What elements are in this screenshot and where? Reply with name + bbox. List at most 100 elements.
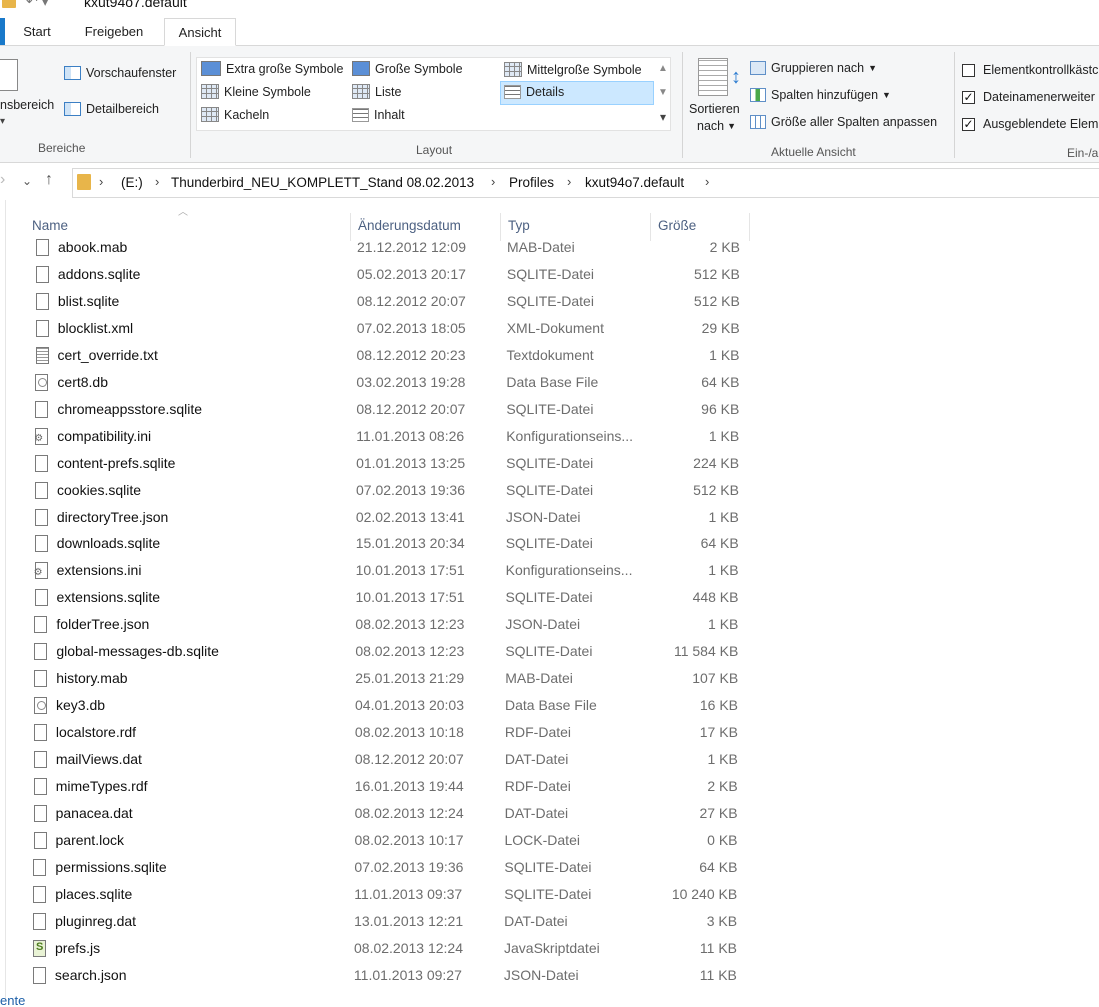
file-row[interactable]: chromeappsstore.sqlite 08.12.2012 20:07 SQ… bbox=[0, 397, 759, 423]
up-arrow-icon[interactable]: ↑ bbox=[45, 171, 53, 189]
folder-icon bbox=[2, 0, 16, 8]
breadcrumb-chevron-icon[interactable]: › bbox=[491, 174, 495, 189]
file-row[interactable]: places.sqlite 11.01.2013 09:37 SQLITE-Date… bbox=[0, 882, 757, 908]
file-row[interactable]: cert8.db 03.02.2013 19:28 Data Base File 64… bbox=[0, 370, 759, 396]
breadcrumb-chevron-icon[interactable]: › bbox=[99, 174, 103, 189]
navigation-pane-label: nsbereich bbox=[0, 98, 55, 112]
layout-content[interactable]: Inhalt bbox=[352, 108, 405, 122]
file-type: JSON-Datei bbox=[503, 967, 579, 983]
quick-access-toolbar[interactable]: ↶ ▾ bbox=[26, 0, 49, 10]
file-row[interactable]: mailViews.dat 08.12.2012 20:07 DAT-Datei 1 … bbox=[0, 747, 758, 773]
file-type: MAB-Datei bbox=[507, 239, 575, 255]
file-row[interactable]: extensions.sqlite 10.01.2013 17:51 SQLITE-… bbox=[0, 585, 759, 611]
layout-tiles[interactable]: Kacheln bbox=[201, 107, 269, 122]
sort-by-button[interactable]: Sortieren bbox=[689, 102, 740, 116]
layout-extra-large-icons[interactable]: Extra große Symbole bbox=[201, 61, 343, 76]
file-row[interactable]: history.mab 25.01.2013 21:29 MAB-Datei 107 … bbox=[0, 666, 758, 692]
navigation-pane-dropdown-icon[interactable]: ▾ bbox=[0, 116, 5, 127]
file-extensions-toggle[interactable]: ✓ Dateinamenerweiter bbox=[962, 90, 1095, 104]
file-row[interactable]: cookies.sqlite 07.02.2013 19:36 SQLITE-Dat… bbox=[0, 478, 759, 504]
file-row[interactable]: blist.sqlite 08.12.2012 20:07 SQLITE-Datei… bbox=[0, 289, 760, 315]
file-row[interactable]: addons.sqlite 05.02.2013 20:17 SQLITE-Date… bbox=[0, 262, 760, 288]
file-row[interactable]: search.json 11.01.2013 09:27 JSON-Datei 11 … bbox=[0, 963, 757, 989]
sort-arrow-icon: ↕ bbox=[731, 66, 741, 88]
scroll-down-icon[interactable]: ▼ bbox=[655, 81, 671, 105]
extra-large-icons-icon bbox=[201, 61, 221, 76]
tab-freigeben[interactable]: Freigeben bbox=[78, 18, 150, 46]
file-row[interactable]: content-prefs.sqlite 01.01.2013 13:25 SQLI… bbox=[0, 451, 759, 477]
file-row[interactable]: parent.lock 08.02.2013 10:17 LOCK-Datei 0 K… bbox=[0, 828, 758, 854]
breadcrumb-chevron-icon[interactable]: › bbox=[705, 174, 709, 189]
breadcrumb-drive[interactable]: (E:) bbox=[121, 175, 143, 190]
breadcrumb-chevron-icon[interactable]: › bbox=[567, 174, 571, 189]
checkbox-checked-icon[interactable]: ✓ bbox=[962, 117, 975, 131]
file-name: extensions.ini bbox=[56, 562, 142, 578]
file-icon bbox=[34, 589, 48, 606]
checkbox-checked-icon[interactable]: ✓ bbox=[962, 90, 975, 104]
file-row[interactable]: cert_override.txt 08.12.2012 20:23 Textdok… bbox=[0, 343, 760, 369]
add-columns-button[interactable]: Spalten hinzufügen ▼ bbox=[750, 88, 891, 102]
layout-gallery-scroll[interactable]: ▲ ▼ ▾ bbox=[655, 57, 671, 131]
group-by-button[interactable]: Gruppieren nach ▼ bbox=[750, 61, 877, 75]
sort-by-dropdown[interactable]: nach ▼ bbox=[697, 119, 736, 133]
breadcrumb-profile-folder[interactable]: kxut94o7.default bbox=[585, 175, 684, 190]
text-file-icon bbox=[35, 347, 49, 364]
file-date: 08.12.2012 20:07 bbox=[354, 751, 464, 767]
file-row[interactable]: downloads.sqlite 15.01.2013 20:34 SQLITE-D… bbox=[0, 531, 759, 557]
preview-pane-button[interactable]: Vorschaufenster bbox=[64, 66, 176, 80]
file-type: SQLITE-Datei bbox=[506, 401, 594, 417]
file-row[interactable]: localstore.rdf 08.02.2013 10:18 RDF-Datei 1… bbox=[0, 720, 758, 746]
file-row[interactable]: abook.mab 21.12.2012 12:09 MAB-Datei 2 KB bbox=[0, 235, 760, 261]
file-icon bbox=[33, 886, 47, 903]
dropdown-arrow-icon: ▼ bbox=[882, 90, 891, 100]
file-row[interactable]: directoryTree.json 02.02.2013 13:41 JSON-D… bbox=[0, 505, 759, 531]
breadcrumb-profiles[interactable]: Profiles bbox=[509, 175, 554, 190]
forward-arrow-icon[interactable]: › bbox=[0, 171, 5, 189]
layout-details[interactable]: Details bbox=[504, 85, 564, 99]
layout-item-label: Extra große Symbole bbox=[226, 61, 344, 76]
file-name: chromeappsstore.sqlite bbox=[57, 401, 203, 417]
file-size: 10 240 KB bbox=[671, 886, 738, 902]
add-columns-icon bbox=[750, 88, 766, 102]
file-row[interactable]: key3.db 04.01.2013 20:03 Data Base File 16 … bbox=[0, 693, 758, 719]
checkbox-unchecked-icon[interactable] bbox=[962, 63, 975, 77]
file-type: LOCK-Datei bbox=[504, 832, 580, 848]
breadcrumb-chevron-icon[interactable]: › bbox=[155, 174, 159, 189]
file-date: 16.01.2013 19:44 bbox=[354, 778, 464, 794]
sort-icon[interactable] bbox=[698, 58, 728, 96]
file-row[interactable]: mimeTypes.rdf 16.01.2013 19:44 RDF-Datei 2 … bbox=[0, 774, 758, 800]
file-name: blist.sqlite bbox=[57, 293, 120, 309]
file-row[interactable]: extensions.ini 10.01.2013 17:51 Konfigurat… bbox=[0, 558, 759, 584]
item-checkboxes-toggle[interactable]: Elementkontrollkästc bbox=[962, 63, 1098, 77]
file-tab[interactable] bbox=[0, 18, 5, 46]
file-row[interactable]: folderTree.json 08.02.2013 12:23 JSON-Date… bbox=[0, 612, 758, 638]
file-row[interactable]: global-messages-db.sqlite 08.02.2013 12:2… bbox=[0, 639, 758, 665]
file-type: JSON-Datei bbox=[505, 509, 581, 525]
details-pane-button[interactable]: Detailbereich bbox=[64, 102, 159, 116]
file-row[interactable]: blocklist.xml 07.02.2013 18:05 XML-Dokumen… bbox=[0, 316, 760, 342]
recent-locations-icon[interactable]: ⌄ bbox=[22, 174, 32, 188]
hidden-items-toggle[interactable]: ✓ Ausgeblendete Elem bbox=[962, 117, 1098, 131]
file-size: 96 KB bbox=[701, 401, 740, 417]
file-row[interactable]: prefs.js 08.02.2013 12:24 JavaSkriptdatei 1… bbox=[0, 936, 757, 962]
layout-small-icons[interactable]: Kleine Symbole bbox=[201, 84, 311, 99]
layout-list[interactable]: Liste bbox=[352, 84, 401, 99]
group-label-layout: Layout bbox=[416, 143, 453, 157]
address-bar[interactable]: › (E:) › Thunderbird_NEU_KOMPLETT_Stand … bbox=[72, 168, 1099, 198]
gallery-expand-icon[interactable]: ▾ bbox=[655, 105, 671, 129]
layout-large-icons[interactable]: Große Symbole bbox=[352, 61, 463, 76]
tab-start[interactable]: Start bbox=[14, 18, 60, 46]
fit-columns-button[interactable]: Größe aller Spalten anpassen bbox=[750, 115, 937, 129]
file-row[interactable]: permissions.sqlite 07.02.2013 19:36 SQLITE… bbox=[0, 855, 757, 881]
file-row[interactable]: panacea.dat 08.02.2013 12:24 DAT-Datei 27 K… bbox=[0, 801, 758, 827]
file-row[interactable]: pluginreg.dat 13.01.2013 12:21 DAT-Datei 3 … bbox=[0, 909, 757, 935]
navigation-pane-button[interactable]: nsbereich bbox=[0, 98, 54, 112]
large-icons-icon bbox=[352, 61, 370, 76]
tab-ansicht[interactable]: Ansicht bbox=[164, 18, 236, 46]
scroll-up-icon[interactable]: ▲ bbox=[655, 57, 671, 81]
layout-item-label: Große Symbole bbox=[375, 61, 463, 76]
layout-medium-icons[interactable]: Mittelgroße Symbole bbox=[504, 62, 642, 77]
navigation-pane-icon[interactable] bbox=[0, 59, 18, 91]
file-row[interactable]: compatibility.ini 11.01.2013 08:26 Konfigu… bbox=[0, 424, 759, 450]
breadcrumb-thunderbird[interactable]: Thunderbird_NEU_KOMPLETT_Stand 08.02.201… bbox=[171, 175, 474, 190]
